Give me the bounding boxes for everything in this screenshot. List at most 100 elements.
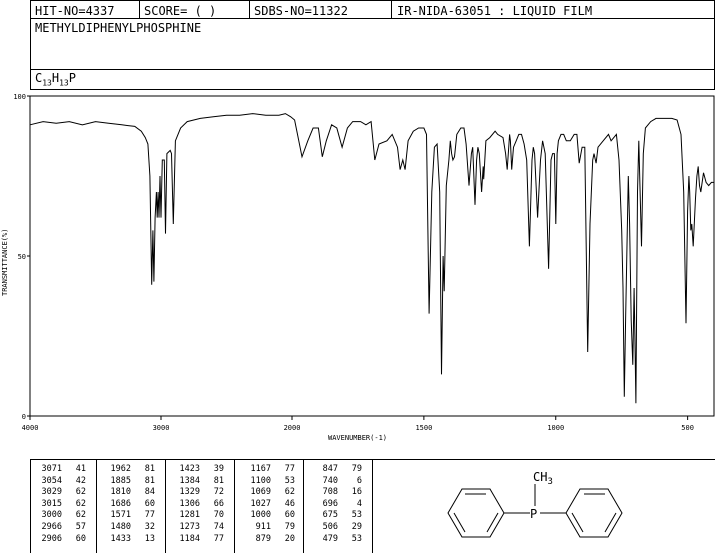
phenyl-ring-left <box>447 488 505 538</box>
peak-transmittance: 60 <box>144 498 155 509</box>
peak-row: 1069 62 <box>243 487 295 499</box>
plot-frame <box>29 95 715 417</box>
x-axis-ticks: 4000 3000 2000 1500 1000 500 <box>22 416 694 432</box>
peak-row: 3054 42 <box>36 476 86 488</box>
peak-row: 911 79 <box>243 522 295 534</box>
peak-row: 1184 77 <box>174 534 224 546</box>
peak-transmittance: 79 <box>284 521 295 532</box>
peak-wavenumber: 1480 <box>110 521 131 532</box>
x-axis-title: WAVENUMBER(-1) <box>328 434 387 442</box>
peak-transmittance: 53 <box>284 475 295 486</box>
peak-row: 1306 66 <box>174 499 224 511</box>
peak-transmittance: 74 <box>213 521 224 532</box>
peak-transmittance: 79 <box>351 464 362 474</box>
y-axis-title: TRANSMITTANCE(%) <box>1 229 9 296</box>
peak-row: 3015 62 <box>36 499 86 511</box>
peak-wavenumber: 3029 <box>41 487 62 498</box>
peak-wavenumber: 1433 <box>110 533 131 544</box>
peak-transmittance: 42 <box>75 475 86 486</box>
phosphorus-atom: P <box>530 507 537 521</box>
peak-transmittance: 6 <box>356 475 362 486</box>
x-tick-label: 1000 <box>547 424 564 432</box>
peak-wavenumber: 879 <box>255 533 271 544</box>
peak-row: 2966 57 <box>36 522 86 534</box>
peak-wavenumber: 3015 <box>41 498 62 509</box>
peak-transmittance: 41 <box>75 464 86 474</box>
peak-table-column: 847 79 740 6 708 16 696 4 675 53 506 29 4 79 53 <box>312 464 362 545</box>
peak-row: 1433 13 <box>105 534 155 546</box>
peak-transmittance: 62 <box>75 487 86 498</box>
peak-table-divider <box>372 460 373 553</box>
peak-transmittance: 39 <box>213 464 224 474</box>
peak-table-column: 1962 81 1885 81 1810 84 1686 60 1571 77 1480 32 1433… <box>105 464 155 545</box>
peak-wavenumber: 1306 <box>179 498 200 509</box>
peak-wavenumber: 911 <box>255 521 271 532</box>
peak-wavenumber: 3054 <box>41 475 62 486</box>
peak-wavenumber: 3000 <box>41 510 62 521</box>
peak-row: 1281 70 <box>174 510 224 522</box>
peak-transmittance: 20 <box>284 533 295 544</box>
peak-wavenumber: 675 <box>322 510 338 521</box>
peak-row: 1962 81 <box>105 464 155 476</box>
x-tick-label: 2000 <box>284 424 301 432</box>
peak-wavenumber: 1027 <box>250 498 271 509</box>
peak-row: 708 16 <box>312 487 362 499</box>
peak-transmittance: 81 <box>144 475 155 486</box>
peak-transmittance: 77 <box>284 464 295 474</box>
methyl-h-count: 3 <box>547 477 552 487</box>
y-axis-ticks: 100 50 0 <box>13 93 30 421</box>
peak-wavenumber: 1885 <box>110 475 131 486</box>
peak-transmittance: 62 <box>284 487 295 498</box>
peak-wavenumber: 1167 <box>250 464 271 474</box>
peak-transmittance: 62 <box>75 498 86 509</box>
structure-diagram: P CH3 <box>447 470 623 538</box>
peak-transmittance: 16 <box>351 487 362 498</box>
peak-wavenumber: 1069 <box>250 487 271 498</box>
peak-table-divider <box>96 460 97 553</box>
peak-transmittance: 62 <box>75 510 86 521</box>
peak-transmittance: 60 <box>284 510 295 521</box>
x-tick-label: 3000 <box>153 424 170 432</box>
peak-row: 3071 41 <box>36 464 86 476</box>
methyl-group-label: CH3 <box>533 470 553 487</box>
ir-spectrum-chart: 4000 3000 2000 1500 1000 500 100500 TRANSMITT… <box>1 93 715 442</box>
peak-transmittance: 13 <box>144 533 155 544</box>
peak-row: 1027 46 <box>243 499 295 511</box>
peak-transmittance: 77 <box>213 533 224 544</box>
peak-row: 740 6 <box>312 476 362 488</box>
peak-transmittance: 57 <box>75 521 86 532</box>
peak-row: 1423 39 <box>174 464 224 476</box>
peak-row: 1810 84 <box>105 487 155 499</box>
peak-wavenumber: 1329 <box>179 487 200 498</box>
peak-transmittance: 70 <box>213 510 224 521</box>
peak-row: 3029 62 <box>36 487 86 499</box>
peak-row: 696 4 <box>312 499 362 511</box>
peak-row: 847 79 <box>312 464 362 476</box>
peak-wavenumber: 506 <box>322 521 338 532</box>
y-tick-label: 100 <box>13 93 26 101</box>
peak-row: 1167 77 <box>243 464 295 476</box>
peak-transmittance: 29 <box>351 521 362 532</box>
peak-transmittance: 72 <box>213 487 224 498</box>
peak-table-column: 1423 39 1384 81 1329 72 1306 66 1281 70 1273 74 1184… <box>174 464 224 545</box>
x-tick-label: 4000 <box>22 424 39 432</box>
peak-transmittance: 84 <box>144 487 155 498</box>
y-tick-label: 50 <box>18 253 26 261</box>
peak-transmittance: 81 <box>144 464 155 474</box>
peak-row: 1100 53 <box>243 476 295 488</box>
peak-wavenumber: 1384 <box>179 475 200 486</box>
peak-wavenumber: 1423 <box>179 464 200 474</box>
peak-wavenumber: 2906 <box>41 533 62 544</box>
methyl-ch: CH <box>533 470 547 484</box>
peak-table-column: 1167 77 1100 53 1069 62 1027 46 1000 60 911 79 879 20 <box>243 464 295 545</box>
x-tick-label: 500 <box>681 424 694 432</box>
peak-wavenumber: 708 <box>322 487 338 498</box>
peak-wavenumber: 1962 <box>110 464 131 474</box>
peak-row: 675 53 <box>312 510 362 522</box>
peak-wavenumber: 1184 <box>179 533 200 544</box>
peak-table-divider <box>165 460 166 553</box>
peak-row: 3000 62 <box>36 510 86 522</box>
peak-transmittance: 4 <box>356 498 362 509</box>
peak-transmittance: 53 <box>351 510 362 521</box>
peak-row: 2906 60 <box>36 534 86 546</box>
